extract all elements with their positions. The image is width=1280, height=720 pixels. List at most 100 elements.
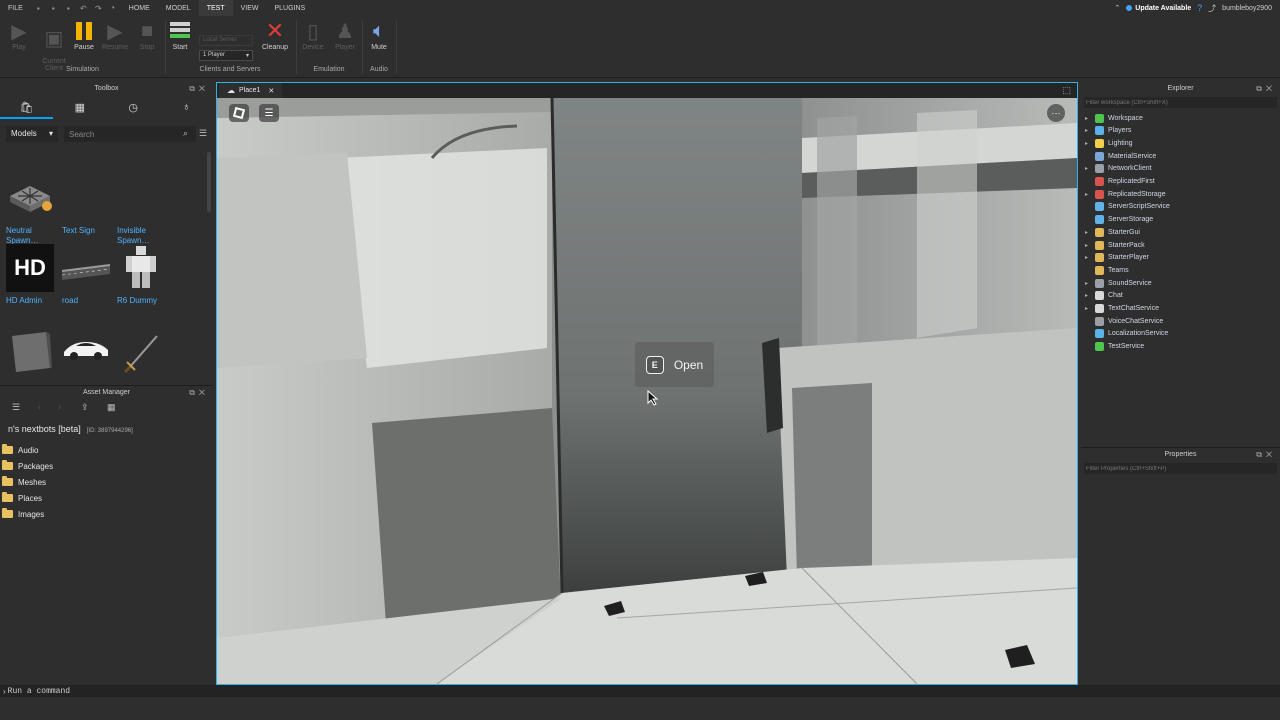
close-icon[interactable]: ✕ [268,87,274,95]
panel-controls[interactable]: ⧉✕ [1256,82,1276,95]
menu-icon[interactable]: ☰ [12,402,20,413]
explorer-item-replicatedstorage[interactable]: ▸ ReplicatedStorage [1085,188,1166,200]
maximize-icon[interactable]: ⬚ [1062,85,1071,96]
explorer-item-players[interactable]: ▸ Players [1085,125,1131,137]
explorer-filter-input[interactable] [1084,97,1277,108]
explorer-item-starterpack[interactable]: ▸ StarterPack [1085,239,1145,251]
share-icon[interactable]: ⤴ [1208,3,1216,14]
explorer-item-serverstorage[interactable]: ServerStorage [1085,214,1153,226]
roblox-menu-button[interactable] [229,104,249,122]
asset-item[interactable] [62,328,118,380]
explorer-item-textchatservice[interactable]: ▸ TextChatService [1085,303,1159,315]
back-icon[interactable]: ‹ [38,402,41,412]
tab-marketplace[interactable]: 🛍︎ [0,97,54,119]
tab-inventory[interactable]: ▦ [53,97,106,119]
tab-creations[interactable]: ♁ [160,97,213,119]
explorer-item-testservice[interactable]: TestService [1085,341,1144,353]
command-input[interactable] [5,686,1206,696]
emulation-player-button[interactable]: ♟ Player [328,20,362,52]
asset-invisible-spawn[interactable]: Invisible Spawn… [117,174,173,246]
tab-home[interactable]: HOME [121,0,158,16]
mute-button[interactable]: 🔈︎ Mute [362,20,396,52]
explorer-item-serverscriptservice[interactable]: ServerScriptService [1085,201,1170,213]
explorer-item-materialservice[interactable]: MaterialService [1085,150,1156,162]
explorer-item-replicatedfirst[interactable]: ReplicatedFirst [1085,176,1155,188]
folder-meshes[interactable]: Meshes [2,476,46,488]
explorer-item-lighting[interactable]: ▸ Lighting [1085,137,1133,149]
redo-icon[interactable]: ↷ [94,4,103,13]
tab-recent[interactable]: ◷ [107,97,160,119]
panel-controls[interactable]: ⧉✕ [189,82,209,95]
grid-view-icon[interactable]: ▦ [107,402,116,413]
search-icon[interactable]: ⌕ [183,128,188,139]
filter-icon[interactable]: ☰ [199,128,207,139]
collapse-ribbon-icon[interactable]: ⌃ [1114,4,1120,12]
tab-test[interactable]: TEST [198,0,233,16]
tab-model[interactable]: MODEL [158,0,199,16]
expand-arrow-icon[interactable]: ▸ [1085,305,1095,312]
asset-neutral-spawn[interactable]: Neutral Spawn… [6,174,62,246]
folder-packages[interactable]: Packages [2,460,53,472]
forward-icon[interactable]: › [58,402,61,412]
username[interactable]: bumbleboy2900 [1222,5,1272,12]
explorer-item-startergui[interactable]: ▸ StarterGui [1085,226,1140,238]
stop-button[interactable]: ■ Stop [130,20,164,52]
new-file-icon[interactable]: ▪ [34,4,43,13]
expand-arrow-icon[interactable]: ▸ [1085,254,1095,261]
explorer-item-networkclient[interactable]: ▸ NetworkClient [1085,163,1152,175]
folder-audio[interactable]: Audio [2,444,38,456]
expand-arrow-icon[interactable]: ▸ [1085,140,1095,147]
panel-controls[interactable]: ⧉✕ [189,386,209,399]
properties-filter-input[interactable] [1084,463,1277,474]
resume-button[interactable]: ▶ Resume [98,20,132,52]
play-button[interactable]: ▶ Play [2,20,36,52]
toolbox-search-input[interactable] [64,126,196,142]
expand-arrow-icon[interactable]: ▸ [1085,242,1095,249]
asset-item[interactable] [6,328,62,380]
open-file-icon[interactable]: ▪ [49,4,58,13]
game-view[interactable]: ☰ ⋯ E Open [217,98,1077,684]
expand-arrow-icon[interactable]: ▸ [1085,165,1095,172]
pause-button[interactable]: Pause [67,20,101,51]
tab-view[interactable]: VIEW [233,0,267,16]
save-icon[interactable]: ▪ [64,4,73,13]
folder-places[interactable]: Places [2,492,42,504]
explorer-item-localizationservice[interactable]: LocalizationService [1085,328,1168,340]
file-menu[interactable]: FILE [0,0,31,16]
expand-arrow-icon[interactable]: ▸ [1085,127,1095,134]
chat-button[interactable]: ☰ [259,104,279,122]
panel-controls[interactable]: ⧉✕ [1256,448,1276,461]
tab-place1[interactable]: ☁ Place1 ✕ [219,83,283,98]
expand-arrow-icon[interactable]: ▸ [1085,115,1095,122]
help-icon[interactable]: ? [1197,3,1202,13]
more-options-button[interactable]: ⋯ [1047,104,1065,122]
explorer-item-starterplayer[interactable]: ▸ StarterPlayer [1085,252,1149,264]
expand-arrow-icon[interactable]: ▸ [1085,229,1095,236]
expand-arrow-icon[interactable]: ▸ [1085,292,1095,299]
asset-road[interactable]: road [61,244,118,306]
category-dropdown[interactable]: Models ▾ [6,126,58,142]
player-count-select[interactable]: 1 Player ▾ [199,50,253,61]
asset-hd-admin[interactable]: HD HD Admin [6,244,62,306]
update-available-button[interactable]: Update Available [1126,5,1191,12]
expand-arrow-icon[interactable]: ▸ [1085,280,1095,287]
upload-icon[interactable]: ⇪ [81,402,89,413]
asset-r6-dummy[interactable]: R6 Dummy [117,244,173,306]
device-button[interactable]: ▯ Device [296,20,330,52]
asset-item[interactable] [117,328,173,380]
asset-text-sign[interactable]: Text Sign [62,174,118,236]
quick-access-dropdown-icon[interactable]: ▾ [109,4,118,13]
folder-images[interactable]: Images [2,508,44,520]
start-button[interactable]: Start [163,20,197,51]
explorer-item-voicechatservice[interactable]: VoiceChatService [1085,315,1163,327]
explorer-item-teams[interactable]: Teams [1085,264,1129,276]
tab-plugins[interactable]: PLUGINS [266,0,313,16]
server-select[interactable]: Local Server [199,35,253,46]
explorer-item-workspace[interactable]: ▸ Workspace [1085,112,1143,124]
toolbox-scrollbar[interactable] [207,152,211,212]
undo-icon[interactable]: ↶ [79,4,88,13]
expand-arrow-icon[interactable]: ▸ [1085,191,1095,198]
explorer-item-chat[interactable]: ▸ Chat [1085,290,1123,302]
proximity-prompt-open[interactable]: E Open [635,342,714,387]
explorer-item-soundservice[interactable]: ▸ SoundService [1085,277,1152,289]
